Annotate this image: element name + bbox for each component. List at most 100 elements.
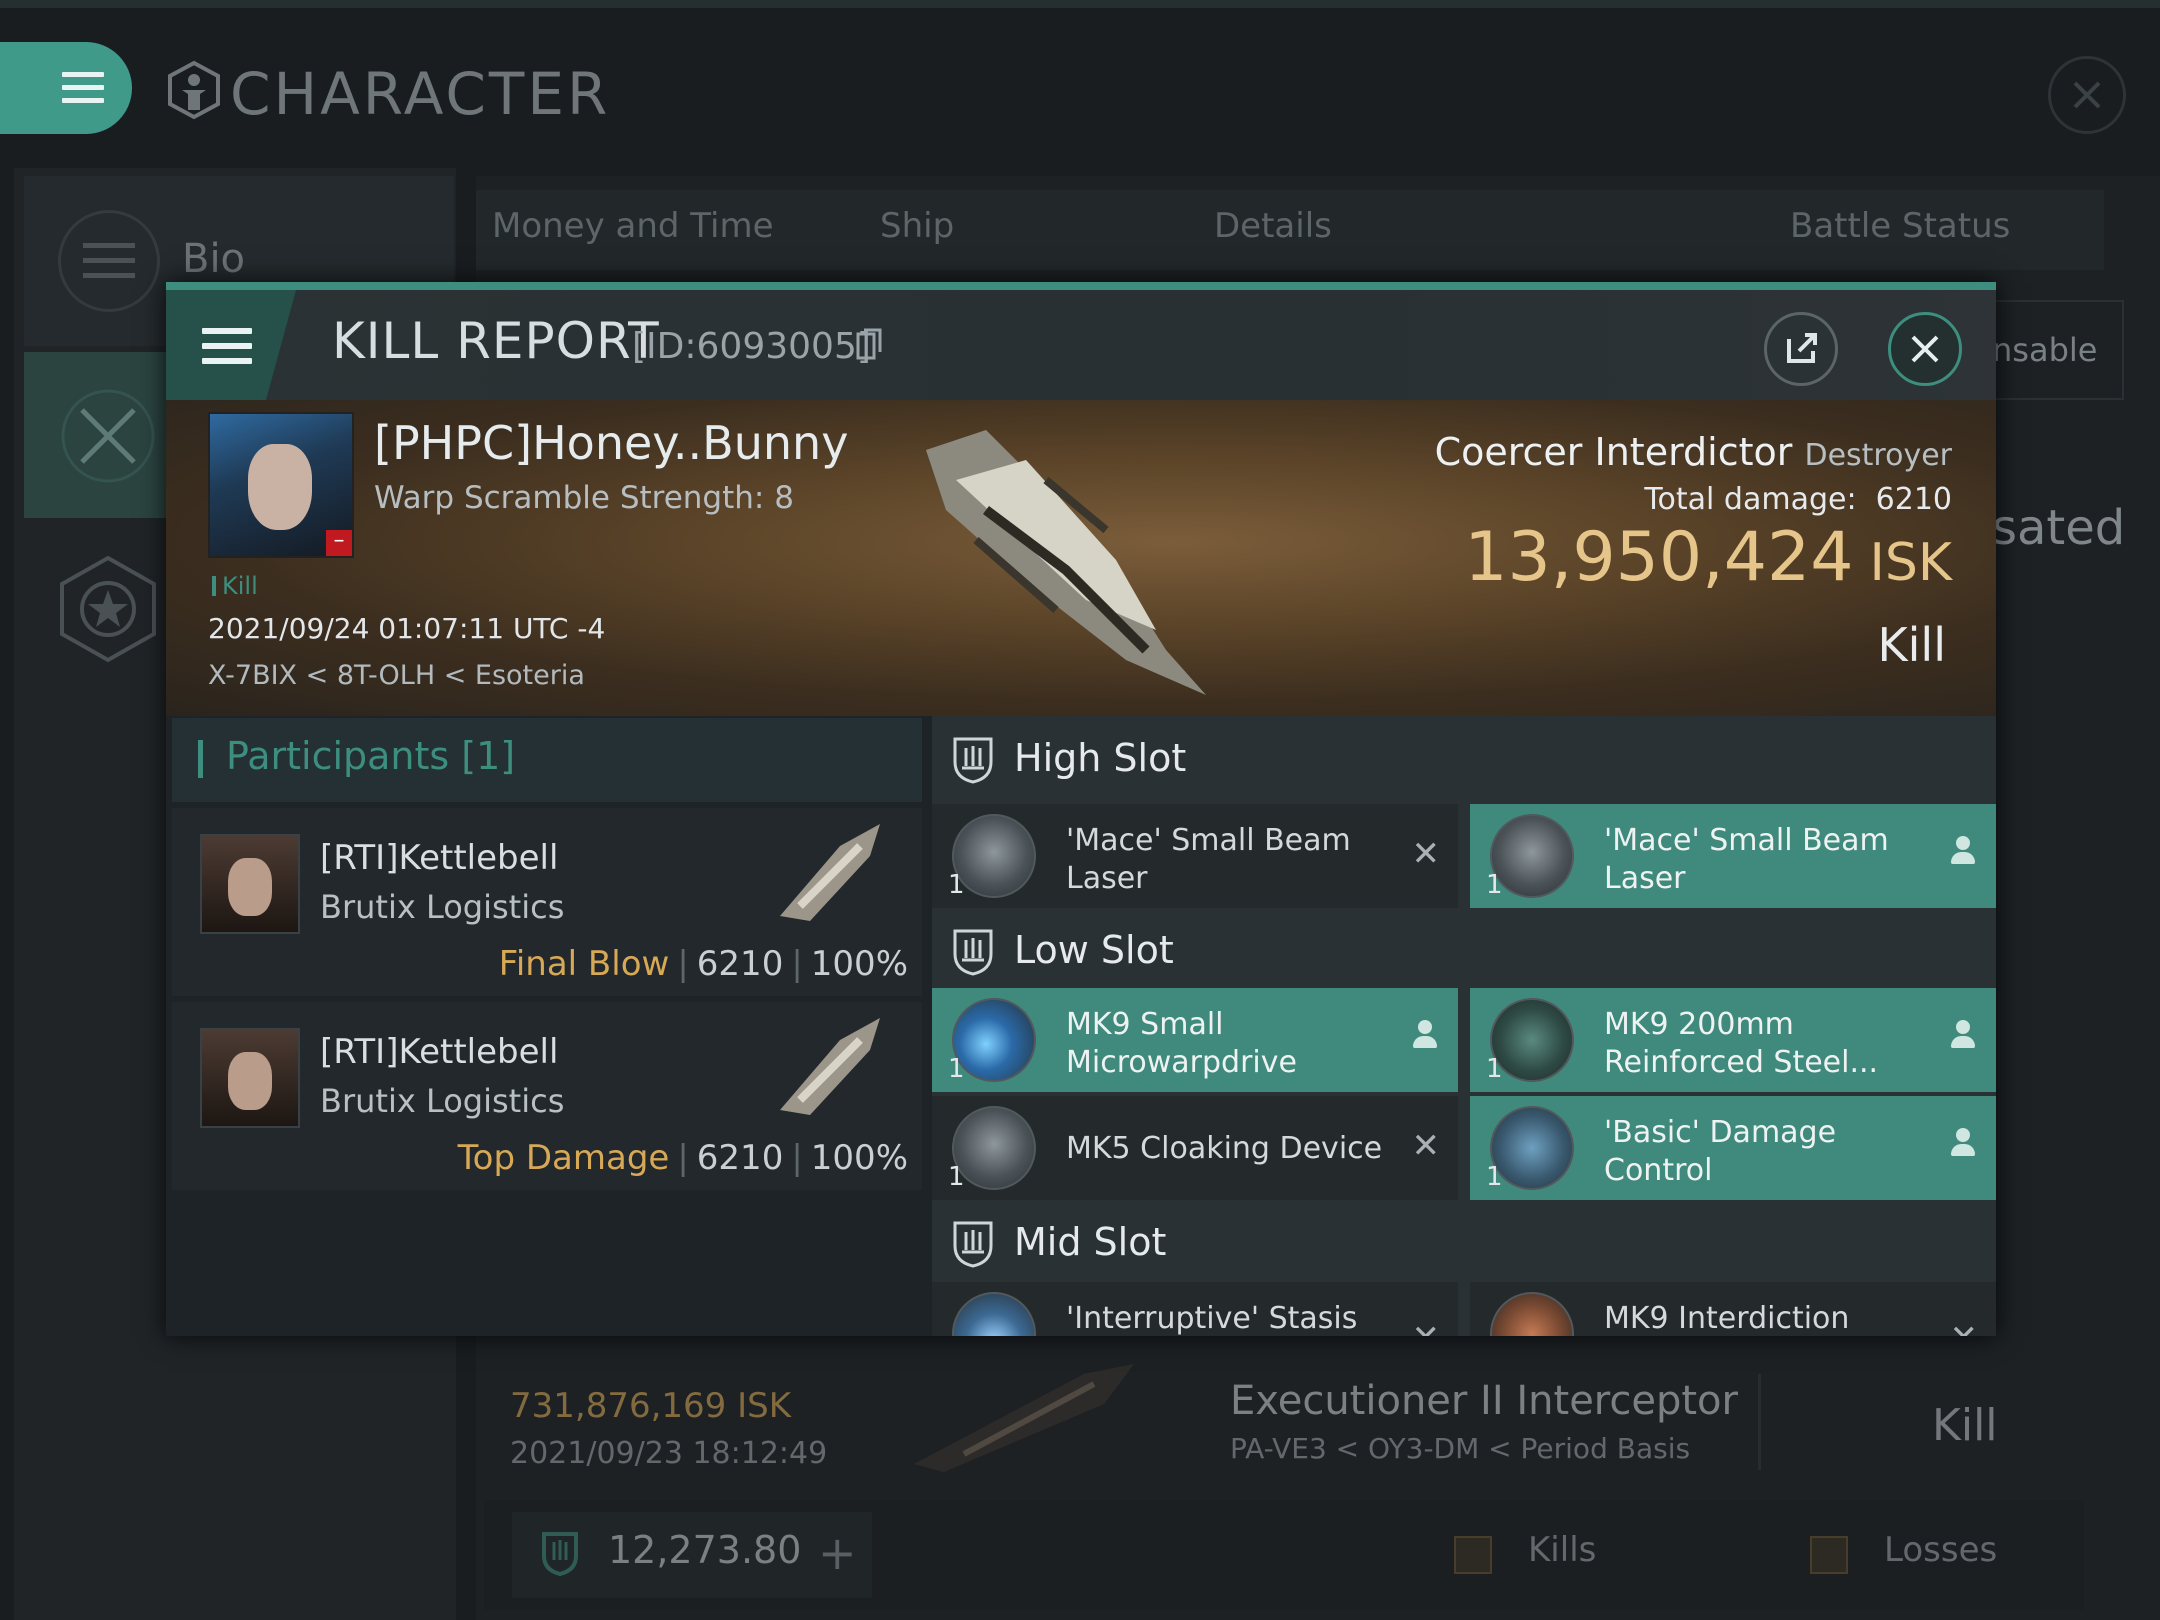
isk-value: 13,950,424 ISK (1464, 518, 1952, 597)
low-slot-header: Low Slot (932, 908, 1996, 996)
tab-money-time[interactable]: Money and Time (492, 206, 774, 246)
background-kill-row[interactable]: 731,876,169 ISK 2021/09/23 18:12:49 Exec… (484, 1344, 2084, 1480)
module-qty: 1 (1486, 1054, 1503, 1084)
destroyed-x-icon: ✕ (1412, 1318, 1441, 1336)
kills-label: Kills (1528, 1530, 1597, 1570)
main-menu-button[interactable] (0, 42, 132, 134)
share-button[interactable] (1764, 312, 1838, 386)
module-slot[interactable]: 'Interruptive' Stasis ✕ (932, 1282, 1458, 1336)
losses-legend-icon (1810, 1536, 1848, 1574)
star-badge-icon[interactable] (56, 554, 160, 664)
kill-result: Kill (1877, 618, 1946, 672)
participant-name: [RTI]Kettlebell (320, 838, 559, 878)
top-strip (0, 0, 2160, 8)
interdiction-icon (1490, 1292, 1574, 1336)
cloaking-device-icon (952, 1106, 1036, 1190)
kills-legend-icon (1454, 1536, 1492, 1574)
close-button[interactable] (1888, 312, 1962, 386)
shield-icon (953, 1221, 993, 1268)
character-icon (168, 60, 220, 120)
participant-name: [RTI]Kettlebell (320, 1032, 559, 1072)
row-date: 2021/09/23 18:12:49 (510, 1436, 828, 1471)
hamburger-icon (62, 72, 104, 111)
plus-icon[interactable]: + (818, 1530, 857, 1576)
participant-corp: Brutix Logistics (320, 888, 565, 926)
module-slot[interactable]: 1 MK9 Small Microwarpdrive (932, 988, 1458, 1092)
module-slot[interactable]: 1 'Basic' Damage Control (1470, 1096, 1996, 1200)
participant-avatar (200, 834, 300, 934)
module-slot[interactable]: MK9 Interdiction ✕ (1470, 1282, 1996, 1336)
module-qty: 1 (948, 1162, 965, 1192)
isk-unit: ISK (1869, 533, 1952, 593)
close-icon (2073, 81, 2101, 109)
sidebar-item-label: Bio (182, 236, 246, 282)
ship-render (926, 430, 1206, 695)
tab-ship[interactable]: Ship (880, 206, 954, 246)
module-slot[interactable]: 1 'Mace' Small Beam Laser (1470, 804, 1996, 908)
victim-portrait[interactable]: – (208, 412, 354, 558)
kill-location[interactable]: X-7BIX < 8T-OLH < Esoteria (208, 660, 585, 691)
module-slot[interactable]: 1 MK5 Cloaking Device ✕ (932, 1096, 1458, 1200)
kill-datetime: 2021/09/24 01:07:11 UTC -4 (208, 612, 606, 645)
beam-laser-icon (952, 814, 1036, 898)
participant-ship-icon (780, 1018, 880, 1115)
bottom-value: 12,273.80 (608, 1528, 802, 1572)
participant-stats: Final Blow | 6210 | 100% (498, 944, 908, 984)
participant-row[interactable]: [RTI]Kettlebell Brutix Logistics Top Dam… (172, 1002, 922, 1190)
destroyed-x-icon: ✕ (1411, 1126, 1441, 1166)
hostile-badge-icon: – (326, 530, 352, 556)
module-name: MK5 Cloaking Device (1066, 1131, 1383, 1166)
module-qty: 1 (948, 1054, 965, 1084)
microwarpdrive-icon (952, 998, 1036, 1082)
background-button[interactable]: nsable (1990, 300, 2124, 400)
copy-icon[interactable] (856, 328, 882, 362)
row-divider (1758, 1374, 1761, 1470)
losses-label: Losses (1884, 1530, 1998, 1570)
kill-id: [ID:6093005] (632, 326, 871, 367)
total-damage-value: 6210 (1875, 482, 1952, 517)
destroyed-x-icon: ✕ (1950, 1318, 1979, 1336)
background-text: sated (1992, 500, 2126, 556)
external-link-icon (1787, 333, 1817, 363)
bio-icon (58, 210, 160, 312)
module-qty: 1 (1486, 1162, 1503, 1192)
beam-laser-icon (1490, 814, 1574, 898)
bottom-stats-bar: 12,273.80 + Kills Losses (484, 1500, 2084, 1610)
mid-slot-header: Mid Slot (932, 1200, 1996, 1288)
module-name: MK9 200mm Reinforced Steel... (1604, 1007, 1879, 1080)
ship-thumbnail (914, 1364, 1134, 1472)
module-slot[interactable]: 1 'Mace' Small Beam Laser ✕ (932, 804, 1458, 908)
tab-bar: Money and Time Ship Details Battle Statu… (476, 190, 2104, 270)
participants-header: Participants [1] (172, 718, 922, 802)
participant-stats: Top Damage | 6210 | 100% (457, 1138, 908, 1178)
participant-avatar (200, 1028, 300, 1128)
module-qty: 1 (948, 870, 965, 900)
dropped-person-icon (1951, 1020, 1975, 1050)
damage-control-icon (1490, 1106, 1574, 1190)
shield-icon (953, 929, 993, 976)
row-result: Kill (1932, 1400, 1998, 1451)
armor-plate-icon (1490, 998, 1574, 1082)
module-name: MK9 Interdiction (1604, 1301, 1850, 1336)
total-damage: Total damage: 6210 (1644, 482, 1952, 517)
dropped-person-icon (1413, 1020, 1437, 1050)
bg-close-button[interactable] (2048, 56, 2126, 134)
victim-name[interactable]: [PHPC]Honey..Bunny (374, 416, 848, 470)
dropped-person-icon (1951, 1128, 1975, 1158)
close-icon (1911, 335, 1939, 363)
dialog-title: KILL REPORT (332, 312, 660, 370)
row-location: PA-VE3 < OY3-DM < Period Basis (1230, 1432, 1691, 1465)
ship-name[interactable]: Coercer Interdictor Destroyer (1435, 430, 1952, 474)
tab-battle-status[interactable]: Battle Status (1790, 206, 2010, 246)
module-name: 'Mace' Small Beam Laser (1066, 823, 1351, 896)
dialog-accent (166, 282, 1996, 290)
module-name: 'Interruptive' Stasis (1066, 1301, 1358, 1336)
module-slot[interactable]: 1 MK9 200mm Reinforced Steel... (1470, 988, 1996, 1092)
module-name: MK9 Small Microwarpdrive (1066, 1007, 1297, 1080)
participant-row[interactable]: [RTI]Kettlebell Brutix Logistics Final B… (172, 808, 922, 996)
tab-details[interactable]: Details (1214, 206, 1332, 246)
warp-scramble-strength: Warp Scramble Strength: 8 (374, 480, 794, 516)
shield-icon (953, 737, 993, 784)
hamburger-icon (202, 328, 252, 373)
high-slot-header: High Slot (932, 716, 1996, 804)
